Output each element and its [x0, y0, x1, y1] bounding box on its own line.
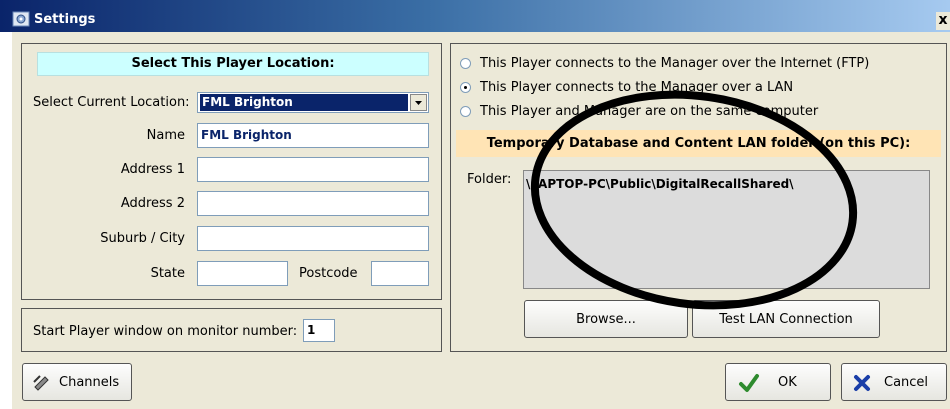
test-lan-button-label: Test LAN Connection	[719, 312, 853, 327]
address1-label: Address 1	[120, 162, 185, 177]
address2-field[interactable]	[197, 191, 429, 216]
ok-check-icon	[739, 374, 759, 392]
cancel-x-icon	[854, 375, 870, 391]
channels-button-label: Channels	[59, 375, 120, 390]
postcode-field[interactable]	[371, 261, 429, 286]
channels-pen-icon	[33, 375, 49, 391]
radio-internet-label: This Player connects to the Manager over…	[480, 56, 870, 71]
suburb-field[interactable]	[197, 226, 429, 251]
name-field[interactable]: FML Brighton	[197, 123, 429, 148]
radio-internet-dot[interactable]	[460, 58, 471, 69]
folder-header: Temporary Database and Content LAN folde…	[456, 130, 941, 157]
connection-panel: This Player connects to the Manager over…	[450, 43, 947, 352]
state-label: State	[150, 266, 185, 281]
monitor-number-field[interactable]: 1	[303, 319, 335, 342]
monitor-panel: Start Player window on monitor number: 1	[21, 308, 442, 352]
settings-gear-icon	[12, 11, 30, 27]
chevron-down-icon[interactable]	[410, 94, 427, 111]
monitor-label: Start Player window on monitor number:	[33, 324, 298, 339]
select-location-label: Select Current Location:	[33, 95, 190, 110]
test-lan-button[interactable]: Test LAN Connection	[692, 300, 880, 338]
radio-lan-label: This Player connects to the Manager over…	[480, 80, 794, 95]
suburb-label: Suburb / City	[100, 231, 185, 246]
postcode-label: Postcode	[299, 266, 358, 281]
browse-button-label: Browse...	[576, 312, 636, 327]
location-select-value: FML Brighton	[200, 94, 408, 111]
cancel-button-label: Cancel	[884, 375, 929, 390]
folder-field[interactable]: \LAPTOP-PC\Public\DigitalRecallShared\	[523, 170, 930, 289]
ok-button-label: OK	[778, 375, 797, 390]
browse-button[interactable]: Browse...	[524, 300, 688, 338]
address1-field[interactable]	[197, 157, 429, 182]
folder-label: Folder:	[467, 172, 512, 187]
location-panel: Select This Player Location: Select Curr…	[21, 43, 442, 300]
radio-lan-dot[interactable]	[460, 82, 471, 93]
state-field[interactable]	[197, 261, 288, 286]
close-button[interactable]: x	[936, 12, 950, 30]
title-bar: Settings x	[0, 0, 950, 32]
cancel-button[interactable]: Cancel	[841, 363, 947, 401]
address2-label: Address 2	[120, 196, 185, 211]
dialog-client: Select This Player Location: Select Curr…	[12, 32, 950, 409]
channels-button[interactable]: Channels	[22, 363, 132, 401]
location-select[interactable]: FML Brighton	[197, 92, 429, 113]
radio-same-computer-label: This Player and Manager are on the same …	[480, 104, 819, 119]
ok-button[interactable]: OK	[725, 363, 831, 401]
window-title: Settings	[34, 12, 96, 27]
radio-same-computer-dot[interactable]	[460, 106, 471, 117]
name-label: Name	[146, 128, 185, 143]
location-header: Select This Player Location:	[37, 52, 429, 76]
